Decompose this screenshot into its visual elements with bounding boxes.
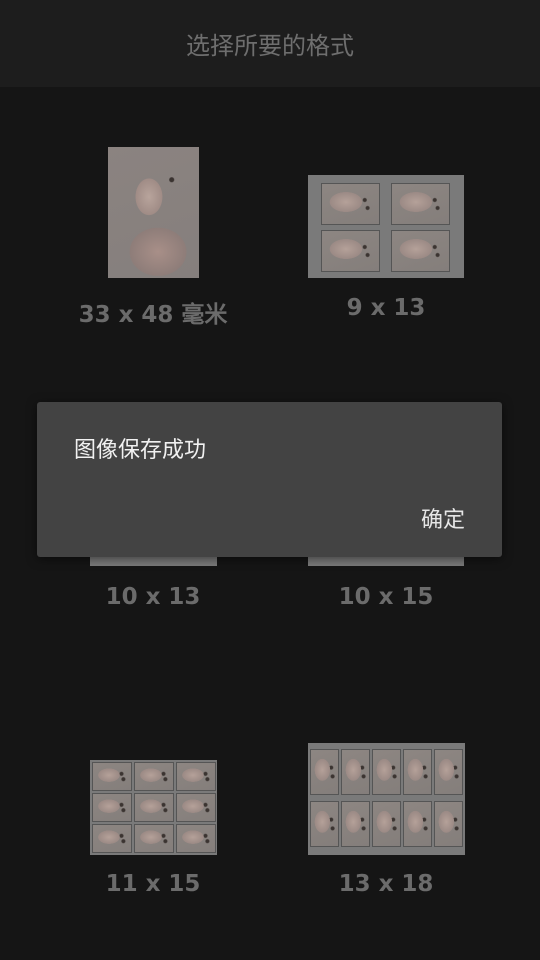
save-success-dialog: 图像保存成功 确定 [37, 402, 502, 557]
dialog-message: 图像保存成功 [74, 438, 207, 463]
ok-button[interactable]: 确定 [421, 502, 465, 534]
